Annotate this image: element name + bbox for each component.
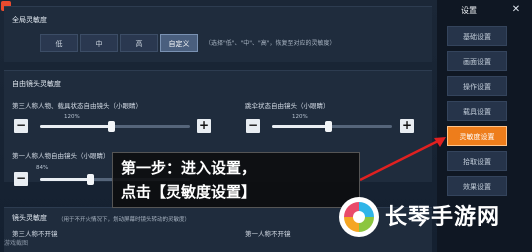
arrow-line	[359, 138, 441, 182]
callout-line-1: 第一步：进入设置，	[121, 159, 257, 177]
callout-line-2: 点击【灵敏度设置】	[121, 183, 257, 201]
watermark-logo-icon	[339, 197, 379, 237]
watermark-text: 长琴手游网	[385, 205, 501, 230]
tutorial-callout: 第一步：进入设置， 点击【灵敏度设置】	[112, 152, 360, 208]
